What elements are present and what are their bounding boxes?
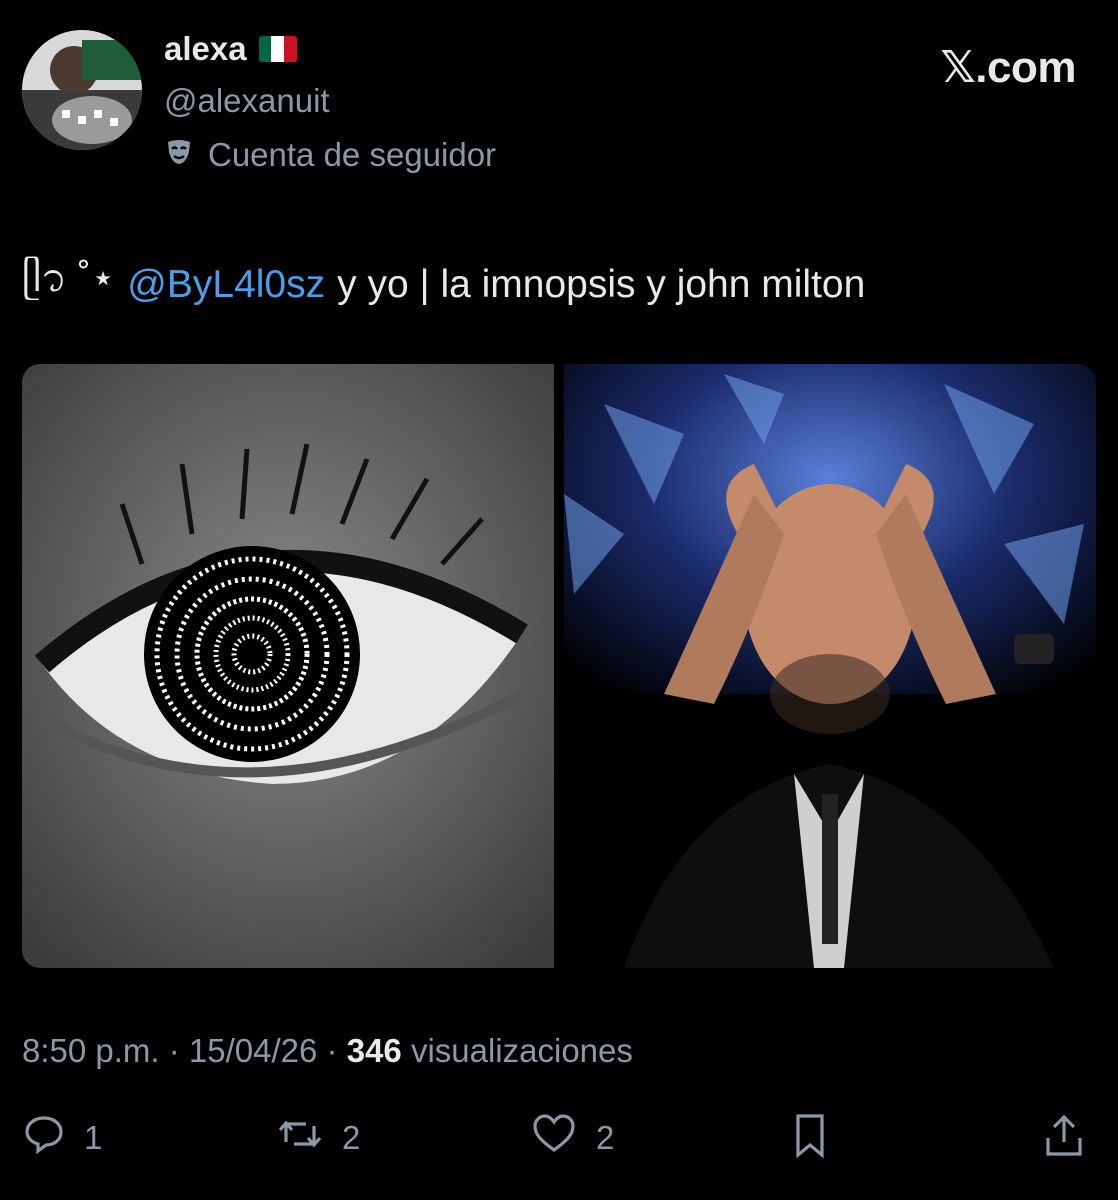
tweet-text: ᥫ᭡ ˚⋆ @ByL4l0sz y yo | la imnopsis y joh…: [22, 250, 865, 320]
share-icon: [1042, 1112, 1086, 1168]
account-label: Cuenta de seguidor: [208, 136, 497, 173]
text-prefix: ᥫ᭡ ˚⋆: [22, 257, 116, 300]
media-image-man[interactable]: [564, 364, 1096, 968]
mexico-flag-icon: [258, 36, 297, 62]
retweet-count: 2: [342, 1119, 361, 1156]
avatar-image: [22, 30, 142, 150]
media-image-eye[interactable]: [22, 364, 554, 968]
views-count: 346: [346, 1032, 402, 1069]
retweet-button[interactable]: 2: [276, 1112, 360, 1164]
action-bar: 1 2 2: [22, 1112, 1096, 1172]
tweet-meta: 8:50 p.m. · 15/04/26 · 346 visualizacion…: [22, 1032, 633, 1070]
mask-icon: [164, 136, 194, 174]
tweet-body: y yo | la imnopsis y john milton: [337, 263, 866, 306]
author-handle[interactable]: @alexanuit: [164, 82, 330, 120]
meta-separator: ·: [159, 1032, 189, 1069]
retweet-icon: [276, 1112, 324, 1164]
like-button[interactable]: 2: [530, 1112, 614, 1164]
bookmark-icon: [790, 1112, 830, 1168]
like-count: 2: [596, 1119, 615, 1156]
bookmark-button[interactable]: [790, 1112, 830, 1168]
display-name[interactable]: alexa: [164, 30, 247, 68]
share-button[interactable]: [1042, 1112, 1086, 1168]
tweet-time[interactable]: 8:50 p.m.: [22, 1032, 160, 1069]
like-icon: [530, 1112, 578, 1164]
reply-icon: [22, 1112, 66, 1164]
reply-count: 1: [84, 1119, 103, 1156]
x-logo: 𝕏.com: [940, 43, 1076, 92]
tweet-date[interactable]: 15/04/26: [189, 1032, 317, 1069]
avatar[interactable]: [22, 30, 142, 150]
mention-link[interactable]: @ByL4l0sz: [127, 263, 325, 307]
reply-button[interactable]: 1: [22, 1112, 102, 1164]
meta-separator: ·: [317, 1032, 347, 1069]
account-label-row: Cuenta de seguidor: [164, 136, 496, 174]
views-label: visualizaciones: [410, 1032, 633, 1069]
author-name-row[interactable]: alexa: [164, 30, 297, 68]
